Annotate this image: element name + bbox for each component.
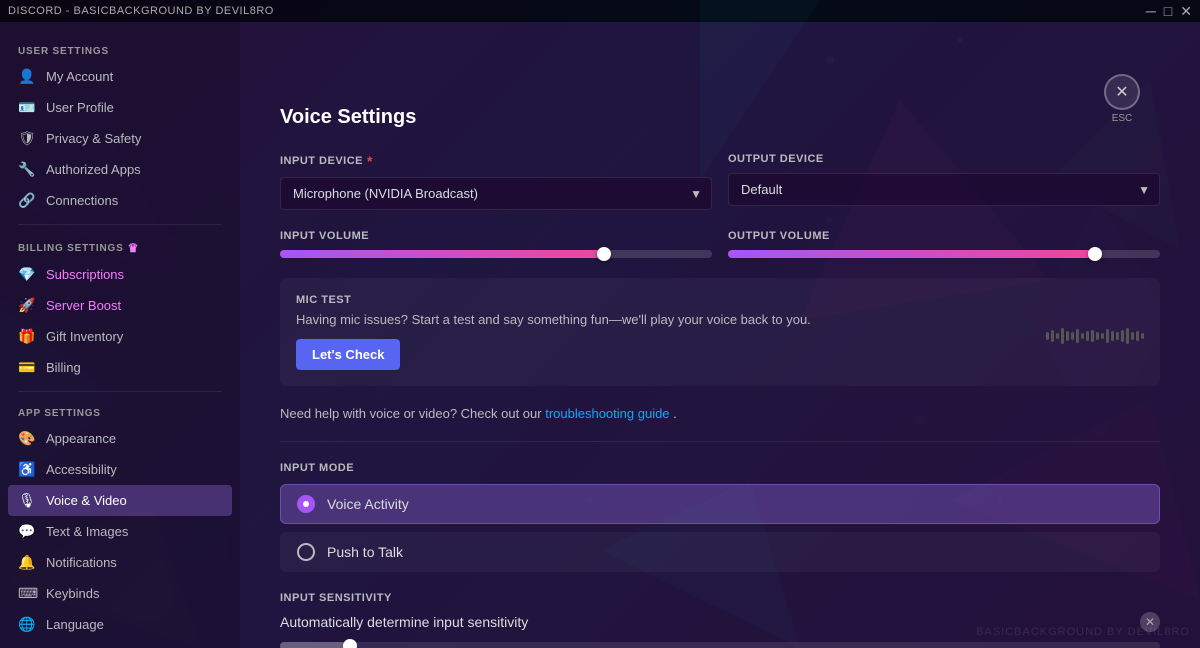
title-bar: DISCORD - BASICBACKGROUND BY DEVIL8RO ─ … xyxy=(0,0,1200,22)
sidebar-item-privacy-safety[interactable]: 🛡 Privacy & Safety xyxy=(8,123,232,154)
profile-icon: 🪪 xyxy=(18,99,36,116)
input-sensitivity-label: INPUT SENSITIVITY xyxy=(280,592,1160,604)
sidebar-item-text-images[interactable]: 💬 Text & Images xyxy=(8,516,232,547)
device-row: INPUT DEVICE * Microphone (NVIDIA Broadc… xyxy=(280,153,1160,210)
output-device-col: OUTPUT DEVICE Default ▼ xyxy=(728,153,1160,210)
input-volume-fill xyxy=(280,250,604,258)
input-volume-track[interactable] xyxy=(280,250,712,258)
sidebar-item-voice-video[interactable]: 🎙 Voice & Video xyxy=(8,485,232,516)
language-icon: 🌐 xyxy=(18,616,36,633)
text-icon: 💬 xyxy=(18,523,36,540)
page-title: Voice Settings xyxy=(280,106,1160,129)
troubleshooting-link[interactable]: troubleshooting guide xyxy=(545,406,669,421)
divider-app xyxy=(18,391,222,392)
output-volume-fill xyxy=(728,250,1095,258)
sidebar-item-language[interactable]: 🌐 Language xyxy=(8,609,232,640)
billing-settings-label: BILLING SETTINGS ♛ xyxy=(8,233,232,259)
auto-sensitivity-text: Automatically determine input sensitivit… xyxy=(280,614,528,630)
sidebar-item-accessibility[interactable]: ♿ Accessibility xyxy=(8,454,232,485)
input-volume-thumb[interactable] xyxy=(597,247,611,261)
voice-activity-label: Voice Activity xyxy=(327,496,409,512)
connections-icon: 🔗 xyxy=(18,192,36,209)
output-volume-thumb[interactable] xyxy=(1088,247,1102,261)
sidebar-item-keybinds[interactable]: ⌨ Keybinds xyxy=(8,578,232,609)
sidebar-item-notifications[interactable]: 🔔 Notifications xyxy=(8,547,232,578)
volume-row: INPUT VOLUME OUTPUT VOLUME xyxy=(280,230,1160,258)
input-volume-col: INPUT VOLUME xyxy=(280,230,712,258)
subscriptions-icon: 💎 xyxy=(18,266,36,283)
gift-icon: 🎁 xyxy=(18,328,36,345)
input-mode-label: INPUT MODE xyxy=(280,462,1160,474)
output-device-wrapper: Default ▼ xyxy=(728,173,1160,206)
maximize-btn[interactable]: □ xyxy=(1164,3,1172,20)
output-volume-col: OUTPUT VOLUME xyxy=(728,230,1160,258)
sensitivity-row: Automatically determine input sensitivit… xyxy=(280,612,1160,632)
apps-icon: 🔧 xyxy=(18,161,36,178)
mic-test-section: MIC TEST Having mic issues? Start a test… xyxy=(280,278,1160,386)
close-window-btn[interactable]: ✕ xyxy=(1180,3,1192,20)
sidebar-item-windows-settings[interactable]: 🖥 Windows Settings xyxy=(8,640,232,648)
voice-activity-radio[interactable] xyxy=(297,495,315,513)
push-to-talk-label: Push to Talk xyxy=(327,544,403,560)
boost-icon: 🚀 xyxy=(18,297,36,314)
app-container: USER SETTINGS 👤 My Account 🪪 User Profil… xyxy=(0,22,1200,648)
input-device-col: INPUT DEVICE * Microphone (NVIDIA Broadc… xyxy=(280,153,712,210)
sensitivity-fill xyxy=(280,642,350,648)
close-button[interactable]: ✕ ESC xyxy=(1104,74,1140,110)
lets-check-button[interactable]: Let's Check xyxy=(296,339,400,370)
appearance-icon: 🎨 xyxy=(18,430,36,447)
input-volume-label: INPUT VOLUME xyxy=(280,230,712,242)
sidebar-item-my-account[interactable]: 👤 My Account xyxy=(8,61,232,92)
keybinds-icon: ⌨ xyxy=(18,585,36,602)
title-text: DISCORD - BASICBACKGROUND BY DEVIL8RO xyxy=(8,5,274,17)
sidebar-item-server-boost[interactable]: 🚀 Server Boost xyxy=(8,290,232,321)
divider-billing xyxy=(18,224,222,225)
voice-activity-option[interactable]: Voice Activity xyxy=(280,484,1160,524)
input-device-label: INPUT DEVICE * xyxy=(280,153,712,169)
main-content: ✕ ESC Voice Settings INPUT DEVICE * Micr… xyxy=(240,22,1200,648)
billing-icon: 💳 xyxy=(18,359,36,376)
notifications-icon: 🔔 xyxy=(18,554,36,571)
waveform-display xyxy=(1046,316,1144,356)
user-settings-label: USER SETTINGS xyxy=(8,38,232,61)
sidebar-item-appearance[interactable]: 🎨 Appearance xyxy=(8,423,232,454)
mic-test-desc: Having mic issues? Start a test and say … xyxy=(296,312,811,327)
sidebar: USER SETTINGS 👤 My Account 🪪 User Profil… xyxy=(0,22,240,648)
account-icon: 👤 xyxy=(18,68,36,85)
output-volume-label: OUTPUT VOLUME xyxy=(728,230,1160,242)
minimize-btn[interactable]: ─ xyxy=(1146,3,1156,20)
sidebar-item-gift-inventory[interactable]: 🎁 Gift Inventory xyxy=(8,321,232,352)
sensitivity-thumb[interactable] xyxy=(343,639,357,648)
accessibility-icon: ♿ xyxy=(18,461,36,478)
mic-test-title: MIC TEST xyxy=(296,294,1144,306)
sidebar-item-connections[interactable]: 🔗 Connections xyxy=(8,185,232,216)
push-to-talk-radio[interactable] xyxy=(297,543,315,561)
nitro-crown-icon: ♛ xyxy=(128,241,140,255)
output-volume-track[interactable] xyxy=(728,250,1160,258)
sidebar-item-authorized-apps[interactable]: 🔧 Authorized Apps xyxy=(8,154,232,185)
required-mark: * xyxy=(367,153,373,169)
input-device-wrapper: Microphone (NVIDIA Broadcast) ▼ xyxy=(280,177,712,210)
output-device-select[interactable]: Default xyxy=(728,173,1160,206)
sensitivity-track[interactable] xyxy=(280,642,1160,648)
clear-sensitivity-btn[interactable]: ✕ xyxy=(1140,612,1160,632)
divider-mode xyxy=(280,441,1160,442)
output-device-label: OUTPUT DEVICE xyxy=(728,153,1160,165)
voice-icon: 🎙 xyxy=(18,492,36,509)
privacy-icon: 🛡 xyxy=(18,130,36,147)
input-device-select[interactable]: Microphone (NVIDIA Broadcast) xyxy=(280,177,712,210)
app-settings-label: APP SETTINGS xyxy=(8,400,232,423)
close-icon: ✕ xyxy=(1115,82,1128,102)
sidebar-item-billing[interactable]: 💳 Billing xyxy=(8,352,232,383)
sidebar-item-user-profile[interactable]: 🪪 User Profile xyxy=(8,92,232,123)
window-controls[interactable]: ─ □ ✕ xyxy=(1146,3,1192,20)
help-text: Need help with voice or video? Check out… xyxy=(280,406,1160,421)
esc-label: ESC xyxy=(1112,113,1133,124)
push-to-talk-option[interactable]: Push to Talk xyxy=(280,532,1160,572)
sidebar-item-subscriptions[interactable]: 💎 Subscriptions xyxy=(8,259,232,290)
